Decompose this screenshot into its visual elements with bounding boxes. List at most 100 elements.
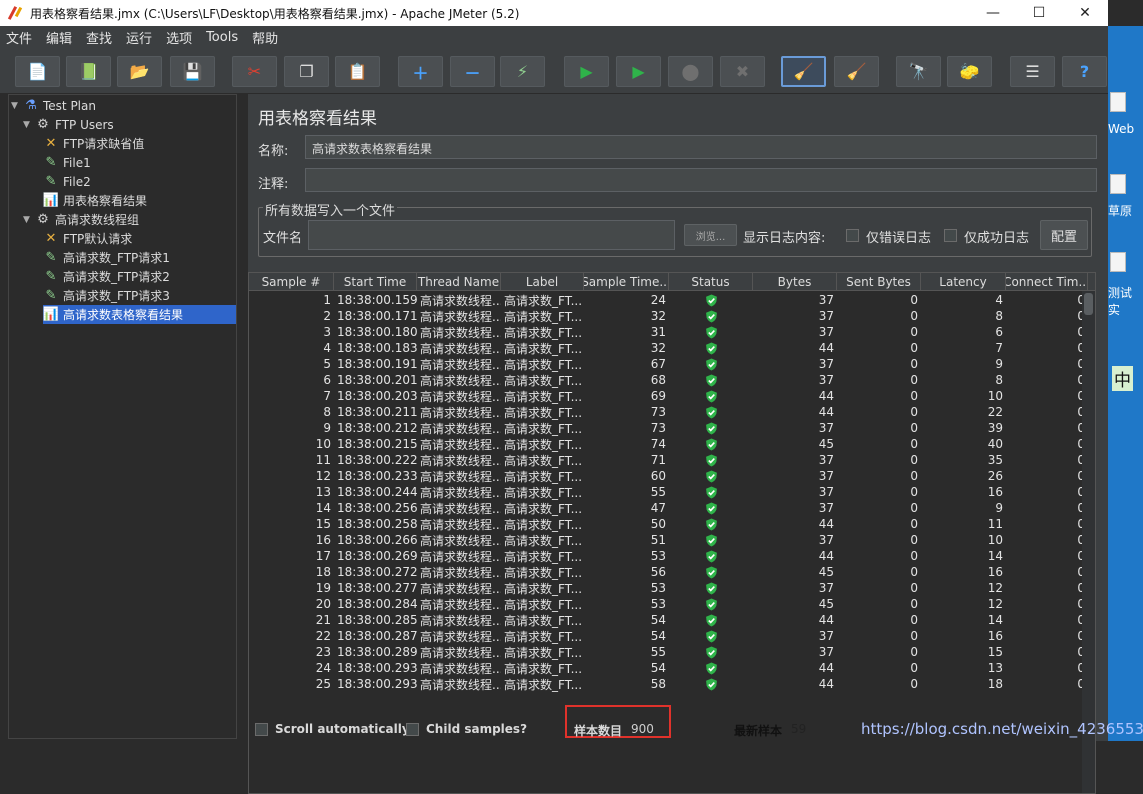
expand-button[interactable]: ＋: [398, 56, 443, 87]
stop-button[interactable]: ⬤: [668, 56, 713, 87]
shutdown-button[interactable]: ✖: [720, 56, 765, 87]
cell-start-time: 18:38:00.211: [337, 405, 417, 419]
ime-indicator[interactable]: 中: [1112, 366, 1133, 391]
tree-node[interactable]: 📊 用表格察看结果: [43, 191, 147, 210]
table-row[interactable]: 18 18:38:00.272 高请求数线程... 高请求数_FT... 56 45 0 16…: [249, 564, 1095, 580]
tree-node[interactable]: ▼ ⚙ FTP Users: [23, 115, 114, 134]
templates-button[interactable]: 📗: [66, 56, 111, 87]
table-row[interactable]: 21 18:38:00.285 高请求数线程... 高请求数_FT... 54 44 0 14…: [249, 612, 1095, 628]
column-header[interactable]: Sample Time...: [584, 273, 669, 291]
table-row[interactable]: 218:38:00.171高请求数线程...高请求数_FT...3237080: [249, 308, 1095, 324]
start-no-pause-button[interactable]: ▶: [616, 56, 661, 87]
tree-node[interactable]: ✎ File2: [43, 172, 91, 191]
tree-node[interactable]: ✎ File1: [43, 153, 91, 172]
new-button[interactable]: 📄: [15, 56, 60, 87]
table-row[interactable]: 918:38:00.212高请求数线程...高请求数_FT...73370390: [249, 420, 1095, 436]
table-row[interactable]: 10 18:38:00.215 高请求数线程... 高请求数_FT... 74 45 0 40…: [249, 436, 1095, 452]
search-button[interactable]: 🔭: [896, 56, 941, 87]
collapse-button[interactable]: －: [450, 56, 495, 87]
table-row[interactable]: 418:38:00.183高请求数线程...高请求数_FT...3244070: [249, 340, 1095, 356]
column-header[interactable]: Bytes: [753, 273, 837, 291]
tree-node[interactable]: ▼ ⚙ 高请求数线程组: [23, 210, 139, 229]
menu-search[interactable]: 查找: [86, 28, 112, 47]
menu-run[interactable]: 运行: [126, 28, 152, 47]
menu-help[interactable]: 帮助: [252, 28, 278, 47]
split-pane-divider[interactable]: [237, 94, 247, 739]
save-button[interactable]: 💾: [170, 56, 215, 87]
column-header[interactable]: Latency: [921, 273, 1006, 291]
tree-node[interactable]: ✎ 高请求数_FTP请求2: [43, 267, 170, 286]
table-row[interactable]: 13 18:38:00.244 高请求数线程... 高请求数_FT... 55 37 0 16…: [249, 484, 1095, 500]
expand-arrow-icon[interactable]: ▼: [11, 101, 23, 111]
column-header[interactable]: Sent Bytes: [837, 273, 921, 291]
table-row[interactable]: 19 18:38:00.277 高请求数线程... 高请求数_FT... 53 37 0 12…: [249, 580, 1095, 596]
reset-search-button[interactable]: 🧽: [947, 56, 992, 87]
column-header[interactable]: Start Time: [334, 273, 417, 291]
start-button[interactable]: ▶: [564, 56, 609, 87]
cell-latency: 16: [987, 629, 1003, 643]
success-only-checkbox[interactable]: [944, 229, 957, 242]
desktop-file-icon[interactable]: [1110, 92, 1126, 112]
tree-node[interactable]: ✕ FTP请求缺省值: [43, 134, 145, 153]
table-row[interactable]: 11 18:38:00.222 高请求数线程... 高请求数_FT... 71 37 0 35…: [249, 452, 1095, 468]
table-row[interactable]: 22 18:38:00.287 高请求数线程... 高请求数_FT... 54 37 0 16…: [249, 628, 1095, 644]
minimize-button[interactable]: —: [970, 0, 1016, 26]
child-samples-checkbox[interactable]: [406, 723, 419, 736]
table-row[interactable]: 20 18:38:00.284 高请求数线程... 高请求数_FT... 53 45 0 12…: [249, 596, 1095, 612]
table-row[interactable]: 12 18:38:00.233 高请求数线程... 高请求数_FT... 60 37 0 26…: [249, 468, 1095, 484]
open-button[interactable]: 📂: [117, 56, 162, 87]
tree-node[interactable]: ✎ 高请求数_FTP请求3: [43, 286, 170, 305]
table-row[interactable]: 818:38:00.211高请求数线程...高请求数_FT...73440220: [249, 404, 1095, 420]
browse-button[interactable]: 浏览...: [684, 224, 737, 246]
tree-node-selected[interactable]: 📊 高请求数表格察看结果: [43, 305, 236, 324]
cell-connect-time: 0: [1006, 420, 1088, 436]
cut-button[interactable]: ✂: [232, 56, 277, 87]
toggle-button[interactable]: ⚡: [500, 56, 545, 87]
column-header[interactable]: Connect Tim...: [1006, 273, 1088, 291]
tree-node[interactable]: ▼ ⚗ Test Plan: [11, 96, 96, 115]
filename-input[interactable]: [308, 220, 675, 250]
menu-file[interactable]: 文件: [6, 28, 32, 47]
column-header[interactable]: Thread Name: [417, 273, 501, 291]
paste-button[interactable]: 📋: [335, 56, 380, 87]
table-row[interactable]: 718:38:00.203高请求数线程...高请求数_FT...69440100: [249, 388, 1095, 404]
expand-arrow-icon[interactable]: ▼: [23, 215, 35, 225]
table-row[interactable]: 25 18:38:00.293 高请求数线程... 高请求数_FT... 58 44 0 18…: [249, 676, 1095, 692]
expand-arrow-icon[interactable]: ▼: [23, 120, 35, 130]
tree-node[interactable]: ✕ FTP默认请求: [43, 229, 133, 248]
table-row[interactable]: 23 18:38:00.289 高请求数线程... 高请求数_FT... 55 37 0 15…: [249, 644, 1095, 660]
menu-tools[interactable]: Tools: [206, 30, 238, 45]
table-row[interactable]: 15 18:38:00.258 高请求数线程... 高请求数_FT... 50 44 0 11…: [249, 516, 1095, 532]
function-helper-button[interactable]: ☰: [1010, 56, 1055, 87]
table-row[interactable]: 17 18:38:00.269 高请求数线程... 高请求数_FT... 53 44 0 14…: [249, 548, 1095, 564]
table-row[interactable]: 16 18:38:00.266 高请求数线程... 高请求数_FT... 51 37 0 10…: [249, 532, 1095, 548]
table-row[interactable]: 618:38:00.201高请求数线程...高请求数_FT...6837080: [249, 372, 1095, 388]
menu-edit[interactable]: 编辑: [46, 28, 72, 47]
scroll-auto-checkbox[interactable]: [255, 723, 268, 736]
configure-button[interactable]: 配置: [1040, 220, 1088, 250]
errors-only-checkbox[interactable]: [846, 229, 859, 242]
cell-label: 高请求数_FT...: [504, 613, 583, 628]
close-button[interactable]: ✕: [1062, 0, 1108, 26]
maximize-button[interactable]: ☐: [1016, 0, 1062, 26]
table-row[interactable]: 318:38:00.180高请求数线程...高请求数_FT...3137060: [249, 324, 1095, 340]
clear-all-button[interactable]: 🧹: [834, 56, 879, 87]
column-header[interactable]: Status: [669, 273, 753, 291]
name-field[interactable]: 高请求数表格察看结果: [305, 135, 1097, 159]
copy-icon: ❐: [299, 62, 314, 81]
table-row[interactable]: 118:38:00.159高请求数线程...高请求数_FT...2437040: [249, 292, 1095, 308]
desktop-file-icon[interactable]: [1110, 174, 1126, 194]
scrollbar-thumb[interactable]: [1084, 293, 1093, 315]
table-row[interactable]: 24 18:38:00.293 高请求数线程... 高请求数_FT... 54 44 0 13…: [249, 660, 1095, 676]
menu-options[interactable]: 选项: [166, 28, 192, 47]
help-button[interactable]: ?: [1062, 56, 1107, 87]
tree-node[interactable]: ✎ 高请求数_FTP请求1: [43, 248, 170, 267]
comment-field[interactable]: [305, 168, 1097, 192]
copy-button[interactable]: ❐: [284, 56, 329, 87]
clear-button[interactable]: 🧹: [781, 56, 826, 87]
desktop-file-icon[interactable]: [1110, 252, 1126, 272]
column-header[interactable]: Sample #: [249, 273, 334, 291]
column-header[interactable]: Label: [501, 273, 584, 291]
table-row[interactable]: 518:38:00.191高请求数线程...高请求数_FT...6737090: [249, 356, 1095, 372]
table-row[interactable]: 1418:38:00.256高请求数线程...高请求数_FT...4737090: [249, 500, 1095, 516]
